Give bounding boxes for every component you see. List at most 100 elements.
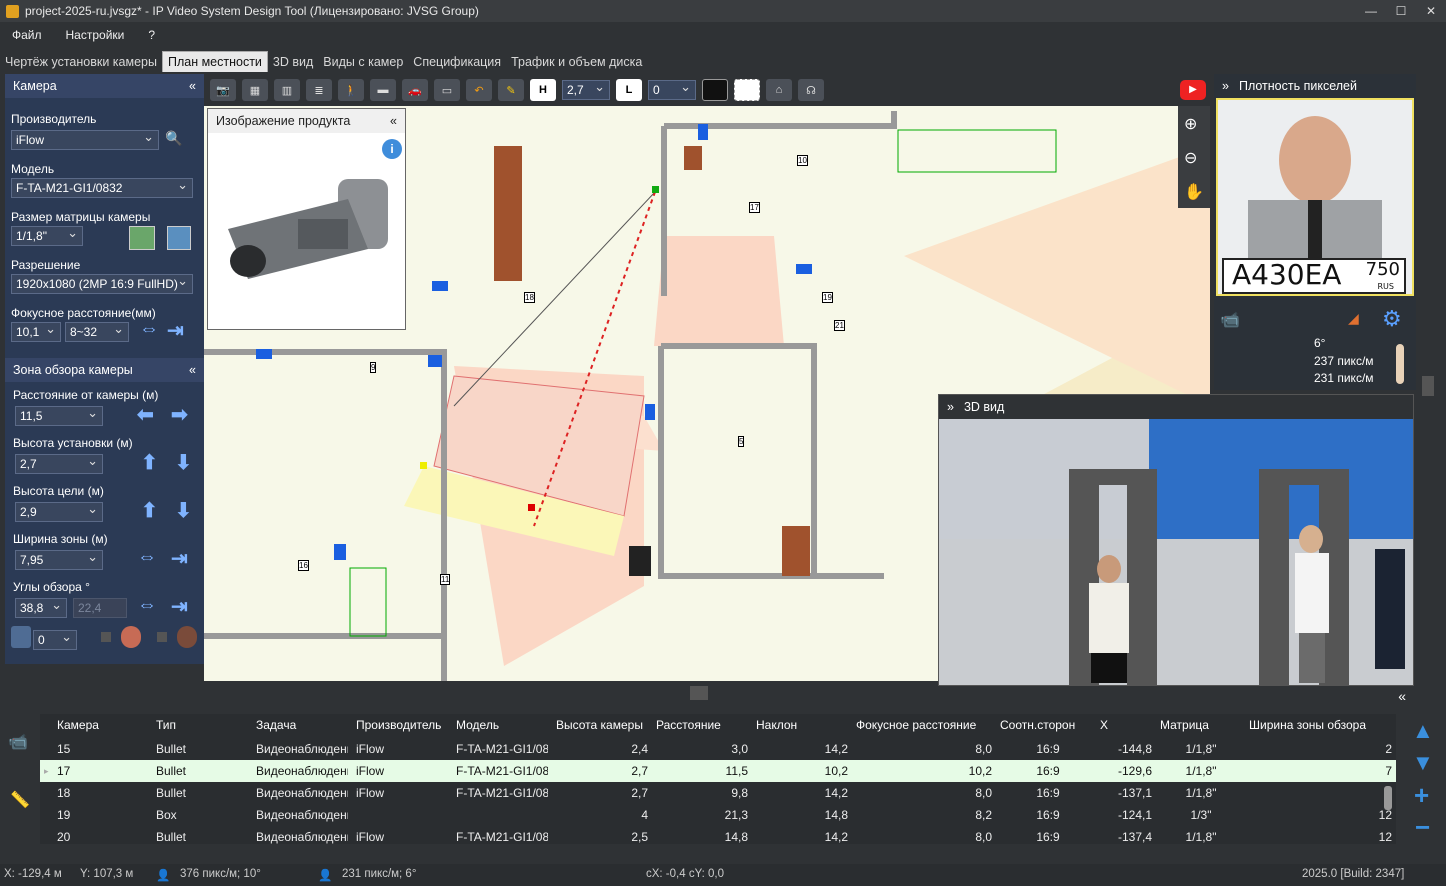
height-select[interactable]: 2,7 (15, 454, 103, 474)
table-cell[interactable]: 15 (57, 742, 148, 756)
search-camera-icon[interactable]: 🔍 (165, 130, 187, 150)
column-header[interactable]: Модель (456, 718, 552, 732)
narrow-arrows-icon[interactable]: ⇥ (171, 594, 188, 619)
table-cell[interactable]: Bullet (156, 764, 248, 778)
table-cell[interactable]: 8,0 (856, 742, 992, 756)
table-cell[interactable]: 16:9 (1000, 786, 1096, 800)
table-cell[interactable]: Bullet (156, 786, 248, 800)
youtube-icon[interactable]: ▶ (1180, 80, 1206, 100)
minimize-button[interactable]: — (1356, 0, 1386, 22)
checkbox[interactable] (101, 632, 111, 642)
table-cell[interactable]: 1/1,8" (1160, 742, 1242, 756)
table-cell[interactable]: 14,2 (756, 786, 848, 800)
tab-camera-views[interactable]: Виды с камер (318, 52, 408, 72)
table-cell[interactable]: 1/3" (1160, 808, 1242, 822)
collapse-icon[interactable]: « (1398, 688, 1406, 704)
maximize-button[interactable]: ☐ (1386, 0, 1416, 22)
table-cell[interactable]: 7 (1249, 764, 1392, 778)
widen-arrows-icon[interactable]: ⇔ (137, 594, 157, 617)
pan-hand-icon[interactable]: ✋ (1184, 182, 1204, 202)
table-cell[interactable]: 12 (1249, 808, 1392, 822)
ceiling-tool-icon[interactable]: ⌂ (766, 79, 792, 101)
table-cell[interactable]: F-TA-M21-GI1/0832 (456, 786, 548, 800)
table-row[interactable]: 18 Bullet Видеонаблюдение iFlow F-TA-M21-GI1… (40, 782, 1396, 804)
column-header[interactable]: X (1100, 718, 1156, 732)
table-cell[interactable]: 14,8 (656, 830, 748, 844)
woman-avatar-icon[interactable] (121, 626, 141, 648)
person-tool-icon[interactable]: 🚶 (338, 79, 364, 101)
table-cell[interactable]: 2 (1249, 742, 1392, 756)
column-header[interactable]: Матрица (1160, 718, 1246, 732)
car-tool-icon[interactable]: 🚗 (402, 79, 428, 101)
resolution-select[interactable]: 1920x1080 (2MP 16:9 FullHD) (11, 274, 193, 294)
table-cell[interactable]: Bullet (156, 742, 248, 756)
table-cell[interactable]: 3,0 (656, 742, 748, 756)
column-header[interactable]: Камера (57, 718, 152, 732)
screen-tool-icon[interactable]: ▬ (370, 79, 396, 101)
table-cell[interactable]: Видеонаблюдение (256, 786, 348, 800)
column-header[interactable]: Расстояние (656, 718, 752, 732)
map-label-17[interactable]: 17 (749, 202, 760, 213)
wall-tool-icon[interactable]: ▥ (274, 79, 300, 101)
arrow-down-icon[interactable]: ⬇ (175, 450, 192, 475)
table-cell[interactable]: 1/1,8" (1160, 786, 1242, 800)
camera-list-icon[interactable]: 📹 (8, 732, 28, 752)
people-select[interactable]: 0 (33, 630, 77, 650)
column-header[interactable]: Наклон (756, 718, 852, 732)
distance-select[interactable]: 11,5 (15, 406, 103, 426)
arrow-left-icon[interactable]: ⬅ (137, 402, 154, 427)
zoom-out-icon[interactable]: ⊖ (1184, 148, 1197, 168)
manufacturer-select[interactable]: iFlow (11, 130, 159, 150)
table-cell[interactable]: 4 (556, 808, 648, 822)
table-cell[interactable]: -129,6 (1100, 764, 1152, 778)
table-cell[interactable]: 8,0 (856, 786, 992, 800)
model-select[interactable]: F-TA-M21-GI1/0832 (11, 178, 193, 198)
expand-icon[interactable]: » (947, 400, 954, 414)
table-cell[interactable]: -124,1 (1100, 808, 1152, 822)
table-cell[interactable]: 14,2 (756, 830, 848, 844)
table-cell[interactable]: Видеонаблюдение (256, 764, 348, 778)
table-cell[interactable]: iFlow (356, 830, 448, 844)
table-cell[interactable]: 2,5 (556, 830, 648, 844)
table-cell[interactable]: 12 (1249, 830, 1392, 844)
remove-icon[interactable]: − (1415, 812, 1430, 843)
person-height-icon[interactable] (11, 626, 31, 648)
tab-site-plan[interactable]: План местности (161, 51, 268, 72)
3d-scene[interactable] (939, 419, 1413, 685)
menu-help[interactable]: ? (136, 28, 167, 42)
table-cell[interactable]: iFlow (356, 742, 448, 756)
splitter-handle[interactable] (690, 686, 708, 700)
collapse-icon[interactable]: « (189, 363, 196, 377)
table-cell[interactable]: 10,2 (756, 764, 848, 778)
zoom-in-icon[interactable]: ⊕ (1184, 114, 1197, 134)
table-cell[interactable]: 1/1,8" (1160, 830, 1242, 844)
focal-select[interactable]: 10,1 (11, 322, 61, 342)
table-cell[interactable]: F-TA-M21-GI1/0832 (456, 742, 548, 756)
tab-drawing[interactable]: Чертёж установки камеры (0, 52, 162, 72)
color-picker-icon[interactable] (702, 79, 728, 101)
table-cell[interactable]: 14,2 (756, 742, 848, 756)
menu-file[interactable]: Файл (0, 28, 54, 42)
arrow-up-icon[interactable]: ⬆ (141, 498, 158, 523)
move-up-icon[interactable]: ▲ (1412, 718, 1434, 744)
table-row[interactable]: 19 Box Видеонаблюдение 4 21,3 14,8 8,2 16:9 -124… (40, 804, 1396, 826)
table-cell[interactable]: 17 (57, 764, 148, 778)
widen-arrows-icon[interactable]: ⇔ (137, 546, 157, 569)
map-label-11[interactable]: 11 (440, 574, 451, 585)
column-header[interactable]: Ширина зоны обзора (1249, 718, 1396, 732)
map-label-9[interactable]: 9 (370, 362, 377, 373)
vertical-scrollbar[interactable] (1384, 786, 1392, 810)
table-cell[interactable]: 1/1,8" (1160, 764, 1242, 778)
table-cell[interactable]: 20 (57, 830, 148, 844)
zoom-out-arrows-icon[interactable]: ⇔ (139, 318, 159, 341)
table-row[interactable]: 17 Bullet Видеонаблюдение iFlow F-TA-M21-GI1… (40, 760, 1396, 782)
h-value-select[interactable]: 2,7 (562, 80, 610, 100)
table-cell[interactable]: 16:9 (1000, 808, 1096, 822)
close-button[interactable]: ✕ (1416, 0, 1446, 22)
narrow-arrows-icon[interactable]: ⇥ (171, 546, 188, 571)
table-cell[interactable]: F-TA-M21-GI1/0832 (456, 764, 548, 778)
collapse-icon[interactable]: « (390, 114, 397, 128)
arrow-up-icon[interactable]: ⬆ (141, 450, 158, 475)
table-cell[interactable]: 16:9 (1000, 764, 1096, 778)
angle-h-select[interactable]: 38,8 (15, 598, 67, 618)
